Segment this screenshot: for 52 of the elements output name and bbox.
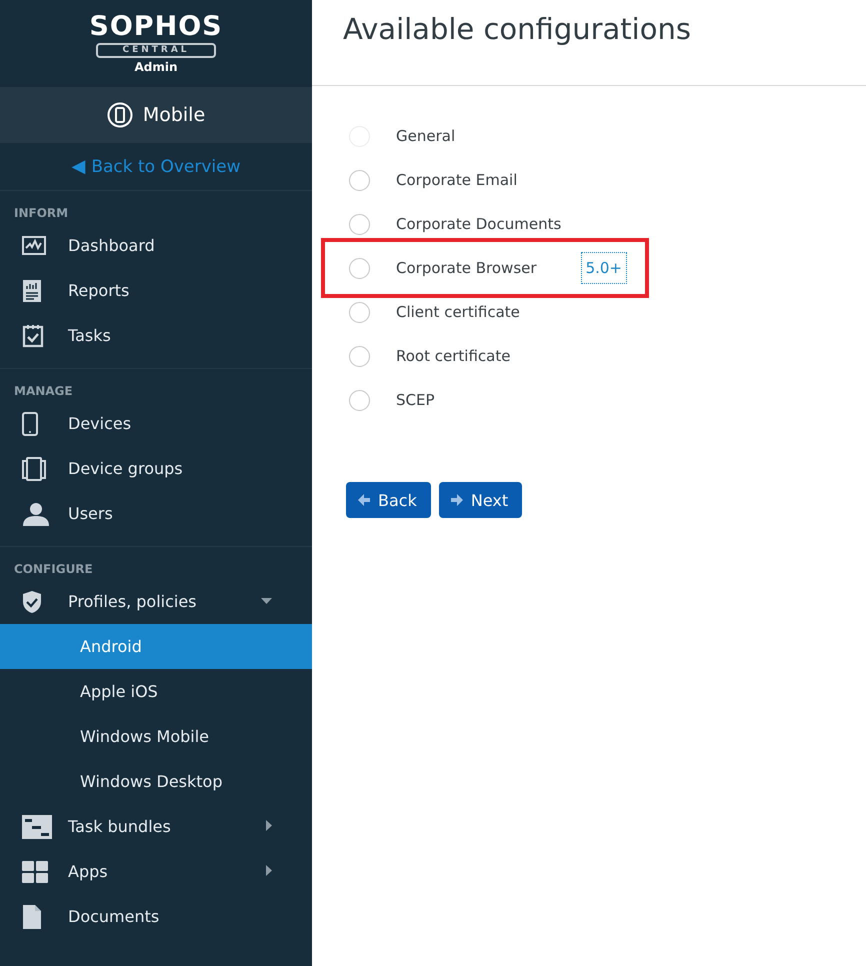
back-link[interactable]: ◀ Back to Overview: [71, 156, 241, 177]
nav-item[interactable]: Tasks: [0, 313, 312, 358]
brand-logo: SOPHOS: [89, 13, 223, 41]
page-title: Available configurations: [343, 12, 691, 46]
nav-item[interactable]: Device groups: [0, 446, 312, 491]
user-icon: [22, 502, 50, 526]
option-label: Root certificate: [396, 347, 510, 365]
bundle-icon: [22, 814, 52, 838]
nav-item[interactable]: Devices: [0, 401, 312, 446]
section-heading: CONFIGURE: [13, 561, 94, 578]
next-button[interactable]: Next: [438, 482, 522, 518]
role-label: Admin: [134, 60, 178, 74]
radio-button[interactable]: [349, 214, 370, 234]
nav-item[interactable]: Users: [0, 491, 312, 536]
option-label: Corporate Documents: [396, 215, 562, 233]
grid-icon: [22, 860, 48, 882]
radio-button[interactable]: [349, 346, 370, 366]
radio-button[interactable]: [349, 302, 370, 322]
nav-item[interactable]: Dashboard: [0, 223, 312, 268]
shield-check-icon: [22, 590, 42, 614]
option-label: Corporate Email: [396, 171, 518, 189]
nav-subitem[interactable]: Apple iOS: [0, 669, 312, 714]
option-label: General: [396, 127, 456, 145]
nav-item[interactable]: Reports: [0, 268, 312, 313]
nav-subitem[interactable]: Windows Mobile: [0, 714, 312, 759]
back-button[interactable]: Back: [346, 482, 431, 518]
chart-icon: [22, 236, 46, 256]
phone-icon: [22, 412, 38, 436]
nav-item[interactable]: Task bundles: [0, 804, 312, 849]
product-name: CENTRAL: [96, 43, 216, 58]
section-heading: INFORM: [13, 205, 70, 222]
devices-icon: [22, 456, 46, 480]
section-heading: MANAGE: [13, 383, 74, 400]
radio-button[interactable]: [349, 390, 370, 410]
calendar-check-icon: [22, 324, 44, 348]
nav-item[interactable]: Apps: [0, 849, 312, 894]
document-icon: [22, 904, 42, 930]
arrow-right-icon: [450, 493, 464, 507]
version-badge: 5.0+: [580, 252, 627, 284]
nav-subitem[interactable]: Android: [0, 624, 312, 669]
radio-button[interactable]: [349, 258, 370, 278]
nav-subitem[interactable]: Windows Desktop: [0, 759, 312, 804]
radio-button[interactable]: [349, 170, 370, 190]
module-title: Mobile: [142, 104, 206, 126]
report-icon: [22, 278, 42, 302]
option-label: Corporate Browser: [396, 259, 537, 277]
nav-item[interactable]: Documents: [0, 894, 312, 939]
phone-icon: [106, 102, 133, 128]
nav-item[interactable]: Profiles, policies: [0, 579, 312, 624]
arrow-left-icon: [357, 493, 371, 507]
option-label: Client certificate: [396, 303, 520, 321]
option-label: SCEP: [396, 391, 435, 409]
